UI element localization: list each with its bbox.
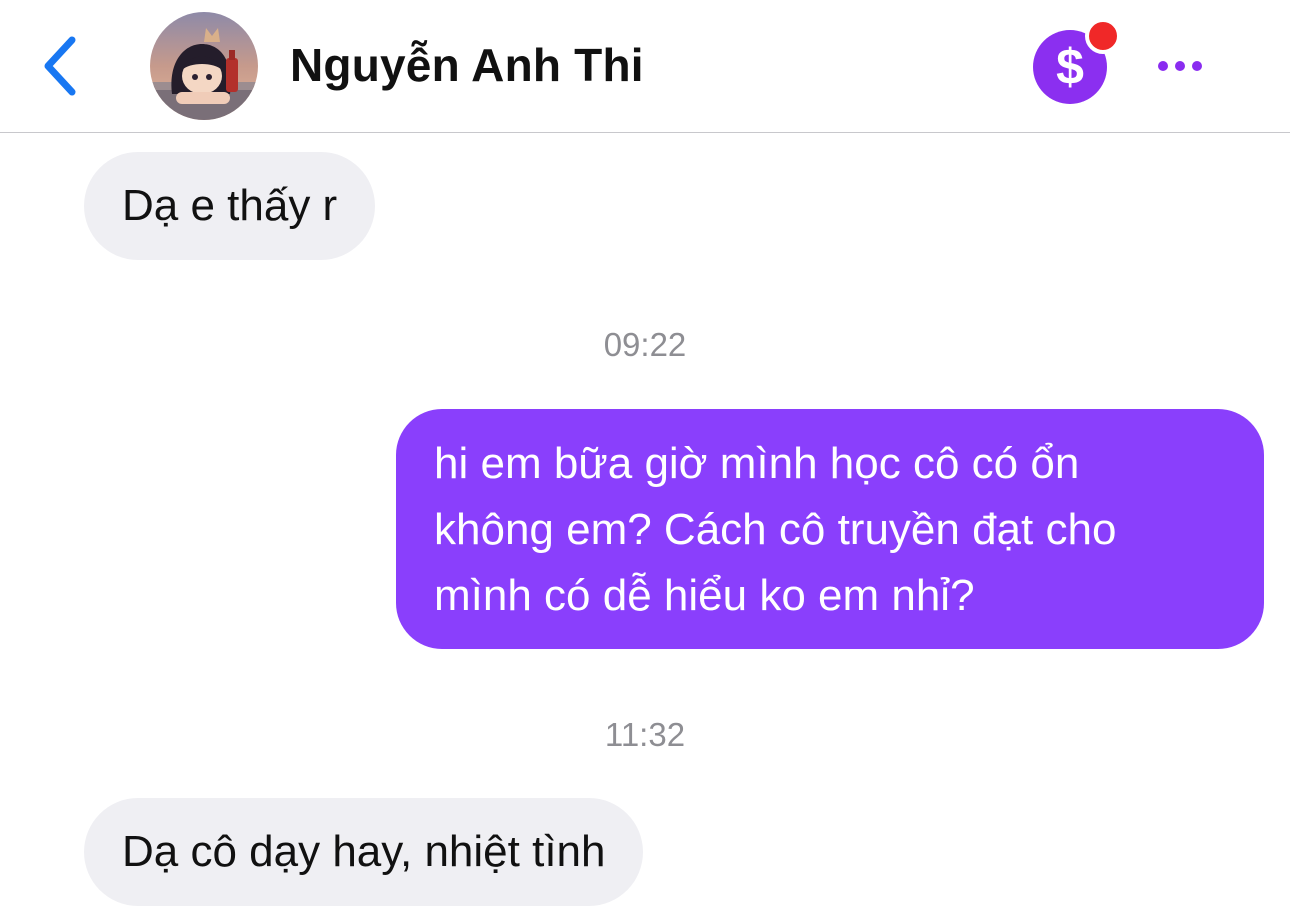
message-text-line: hi em bữa giờ mình học cô có ổn bbox=[434, 439, 1080, 488]
message-text: Dạ cô dạy hay, nhiệt tình bbox=[122, 827, 606, 876]
received-message[interactable]: Dạ e thấy r bbox=[84, 152, 376, 260]
message-text-line: không em? Cách cô truyền đạt cho bbox=[434, 505, 1117, 554]
chevron-left-icon bbox=[44, 36, 76, 96]
message-text: Dạ e thấy r bbox=[122, 181, 338, 230]
more-horizontal-icon bbox=[1158, 61, 1168, 71]
avatar[interactable] bbox=[150, 12, 258, 120]
message-timestamp: 09:22 bbox=[603, 326, 687, 363]
payment-button[interactable]: $ bbox=[1033, 18, 1121, 106]
back-button[interactable] bbox=[30, 30, 90, 102]
message-text-line: mình có dễ hiểu ko em nhỉ? bbox=[434, 571, 975, 620]
more-options-button[interactable] bbox=[1150, 48, 1210, 84]
chat-header: Nguyễn Anh Thi $ bbox=[0, 0, 1290, 133]
received-message[interactable]: Dạ cô dạy hay, nhiệt tình bbox=[84, 798, 644, 906]
notification-dot bbox=[1085, 18, 1121, 54]
sent-message[interactable]: hi em bữa giờ mình học cô có ổn không em… bbox=[396, 409, 1264, 649]
message-timestamp: 11:32 bbox=[604, 716, 686, 753]
chat-screen: Nguyễn Anh Thi $ Dạ e thấy r 09:22 hi em… bbox=[0, 0, 1290, 920]
contact-name[interactable]: Nguyễn Anh Thi bbox=[290, 38, 644, 92]
